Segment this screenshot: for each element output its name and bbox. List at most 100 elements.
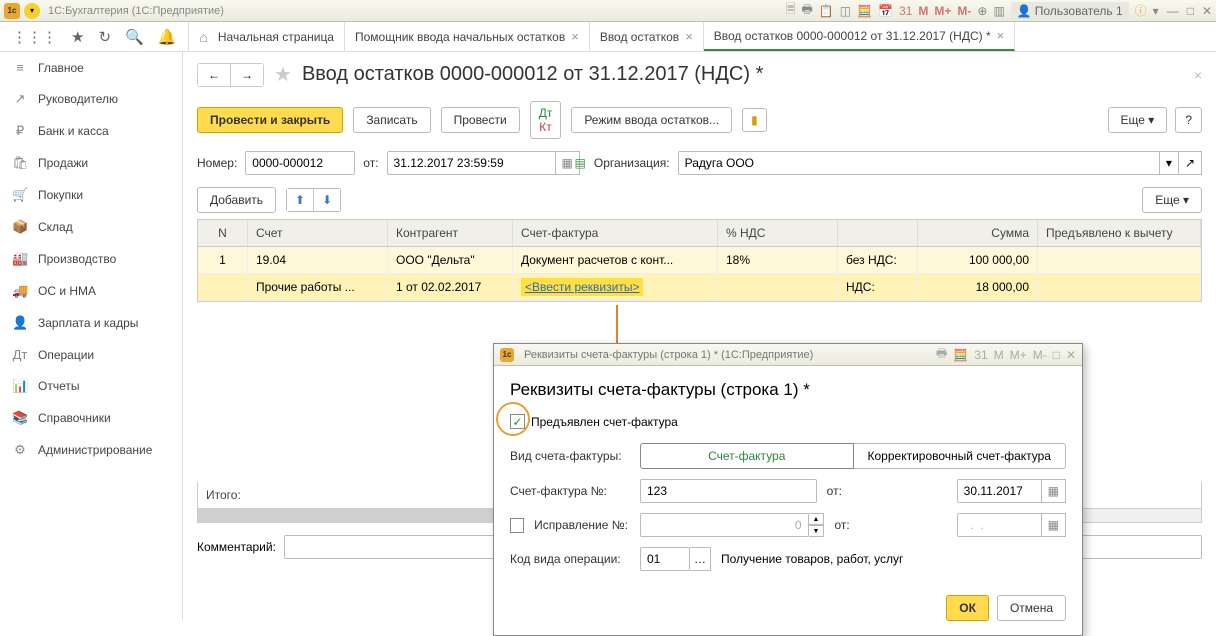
nav-operations[interactable]: ДтОперации — [0, 339, 182, 370]
add-row-button[interactable]: Добавить — [197, 187, 276, 213]
date-icon[interactable]: 31 — [899, 4, 912, 18]
close-icon[interactable]: ✕ — [1202, 4, 1212, 18]
nav-assets[interactable]: 🚚ОС и НМА — [0, 275, 182, 307]
clipboard-icon[interactable]: 📋 — [819, 4, 834, 18]
search-icon[interactable]: 🔍 — [125, 28, 144, 46]
info-dd-icon[interactable]: ▾ — [1153, 4, 1159, 18]
invoice-number-field[interactable] — [640, 479, 817, 503]
op-code-field[interactable] — [640, 547, 690, 571]
zoom-icon[interactable]: ⊕ — [977, 4, 987, 18]
nav-sales[interactable]: 🛍Продажи — [0, 147, 182, 179]
close-icon[interactable]: × — [571, 29, 579, 44]
user-button[interactable]: 👤 Пользователь 1 — [1011, 2, 1129, 20]
close-icon[interactable]: × — [997, 28, 1005, 43]
org-field[interactable] — [678, 151, 1160, 175]
nav-manager[interactable]: ↗Руководителю — [0, 83, 182, 115]
post-and-close-button[interactable]: Провести и закрыть — [197, 107, 343, 133]
cancel-button[interactable]: Отмена — [997, 595, 1066, 621]
m-button[interactable]: M — [918, 4, 928, 18]
date-icon[interactable]: 31 — [974, 348, 987, 362]
close-icon[interactable]: ✕ — [1066, 348, 1076, 362]
info-icon[interactable]: ⓘ — [1135, 2, 1147, 19]
favorite-icon[interactable]: ★ — [71, 28, 84, 46]
move-down-button[interactable]: ⬇ — [314, 189, 340, 211]
nav-main[interactable]: ≡Главное — [0, 52, 182, 83]
compare-icon[interactable]: ◫ — [840, 4, 851, 18]
history-icon[interactable]: ↻ — [98, 28, 111, 46]
presented-checkbox[interactable]: ✓ — [510, 414, 525, 429]
calculator-icon[interactable]: 🧮 — [857, 4, 872, 18]
date-field[interactable] — [387, 151, 556, 175]
nav-production[interactable]: 🏭Производство — [0, 243, 182, 275]
ok-button[interactable]: ОК — [946, 595, 989, 621]
nav-admin[interactable]: ⚙Администрирование — [0, 434, 182, 466]
enter-details-link[interactable]: <Ввести реквизиты> — [521, 278, 643, 296]
print-icon[interactable]: 🖶 — [801, 0, 812, 21]
help-button[interactable]: ? — [1175, 107, 1202, 133]
tab-assistant[interactable]: Помощник ввода начальных остатков× — [345, 22, 590, 51]
spin-down-icon[interactable]: ▼ — [809, 525, 825, 537]
m-minus-button[interactable]: M- — [1033, 348, 1047, 362]
calendar-icon[interactable]: 📅 — [878, 4, 893, 18]
fix-number-field[interactable] — [640, 513, 809, 537]
nav-bank[interactable]: ₽Банк и касса — [0, 115, 182, 147]
m-button[interactable]: M — [994, 348, 1004, 362]
calendar-icon[interactable] — [1042, 513, 1066, 537]
open-icon[interactable]: ↗ — [1179, 151, 1202, 175]
attach-button[interactable]: ▮ — [742, 108, 767, 132]
favorite-toggle[interactable]: ★ — [274, 62, 292, 87]
fix-date-field[interactable] — [957, 513, 1042, 537]
post-button[interactable]: Провести — [441, 107, 520, 133]
app-menu-dropdown[interactable]: ▾ — [24, 3, 40, 19]
dtkt-icon: Дт — [12, 347, 28, 362]
back-button[interactable]: ← — [198, 64, 231, 86]
nav-warehouse[interactable]: 📦Склад — [0, 211, 182, 243]
mode-button[interactable]: Режим ввода остатков... — [571, 107, 732, 133]
op-select-icon[interactable]: … — [690, 547, 711, 571]
print-icon[interactable]: 🖶 — [936, 344, 947, 365]
m-minus-button[interactable]: M- — [957, 4, 971, 18]
table-more-button[interactable]: Еще ▾ — [1142, 187, 1202, 213]
books-icon: 📚 — [12, 410, 28, 426]
fix-checkbox[interactable]: ✓ — [510, 518, 524, 533]
nav-hr[interactable]: 👤Зарплата и кадры — [0, 307, 182, 339]
save-button[interactable]: Записать — [353, 107, 430, 133]
comment-label: Комментарий: — [197, 540, 276, 554]
tab-home[interactable]: Начальная страница — [189, 22, 345, 51]
nav-refs[interactable]: 📚Справочники — [0, 402, 182, 434]
type-correction-button[interactable]: Корректировочный счет-фактура — [854, 443, 1067, 469]
dtkt-button[interactable]: ДтКт — [530, 101, 562, 139]
nav-arrows: ← → — [197, 63, 264, 87]
maximize-icon[interactable]: □ — [1187, 4, 1194, 18]
table-row[interactable]: Прочие работы ... 1 от 02.02.2017 <Ввест… — [198, 274, 1201, 301]
spin-up-icon[interactable]: ▲ — [809, 513, 825, 525]
bag-icon: 🛍 — [12, 155, 28, 171]
number-field[interactable] — [245, 151, 355, 175]
tab-balances[interactable]: Ввод остатков× — [590, 22, 704, 51]
forward-button[interactable]: → — [231, 64, 263, 86]
close-icon[interactable]: × — [685, 29, 693, 44]
m-plus-button[interactable]: M+ — [1010, 348, 1027, 362]
org-link-icon[interactable]: ▤ — [575, 156, 586, 170]
notifications-icon[interactable]: 🔔 — [158, 28, 177, 46]
maximize-icon[interactable]: □ — [1053, 348, 1060, 362]
panels-icon[interactable]: ▥ — [993, 4, 1004, 18]
invoice-date-field[interactable] — [957, 479, 1042, 503]
move-up-button[interactable]: ⬆ — [287, 189, 314, 211]
calendar-icon[interactable] — [1042, 479, 1066, 503]
minimize-icon[interactable]: — — [1167, 4, 1179, 18]
rows-table: N Счет Контрагент Счет-фактура % НДС Сум… — [197, 219, 1202, 302]
calculator-icon[interactable]: 🧮 — [953, 348, 968, 362]
close-document-icon[interactable]: × — [1194, 67, 1202, 83]
tab-doc[interactable]: Ввод остатков 0000-000012 от 31.12.2017 … — [704, 22, 1015, 51]
m-plus-button[interactable]: M+ — [934, 4, 951, 18]
print-preview-icon[interactable]: 🗏 — [786, 0, 796, 21]
org-label: Организация: — [594, 156, 670, 170]
type-invoice-button[interactable]: Счет-фактура — [640, 443, 854, 469]
apps-icon[interactable]: ⋮⋮⋮ — [12, 28, 57, 46]
more-button[interactable]: Еще ▾ — [1108, 107, 1168, 133]
table-row[interactable]: 1 19.04 ООО "Дельта" Документ расчетов с… — [198, 247, 1201, 274]
nav-purchases[interactable]: 🛒Покупки — [0, 179, 182, 211]
nav-reports[interactable]: 📊Отчеты — [0, 370, 182, 402]
select-icon[interactable]: ▾ — [1160, 151, 1179, 175]
